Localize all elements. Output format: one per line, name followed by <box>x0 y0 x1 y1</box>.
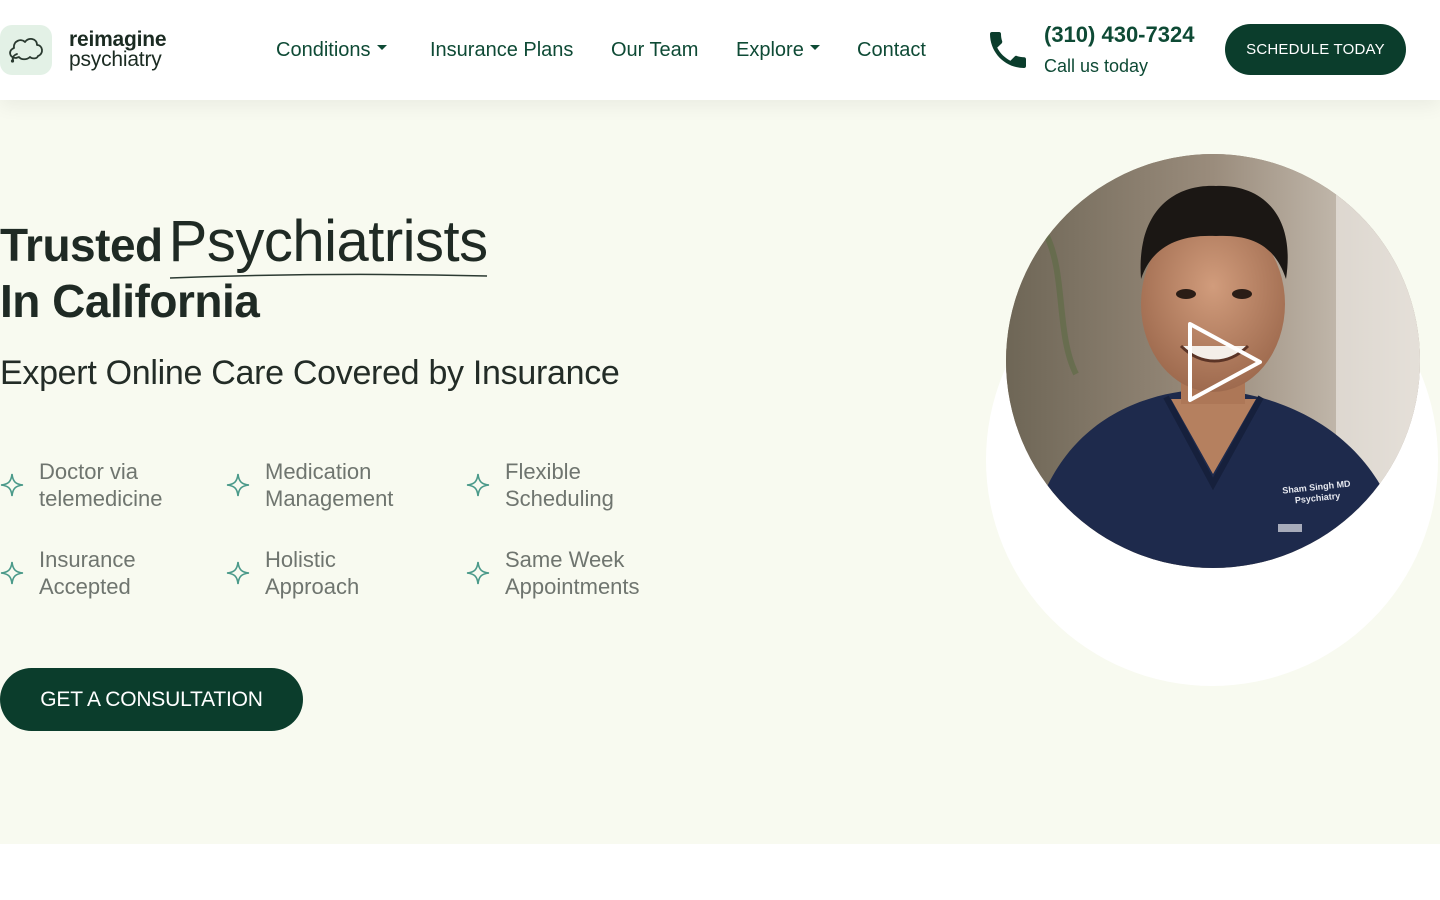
feature-text: Insurance Accepted <box>39 547 136 599</box>
feature-text: Flexible Scheduling <box>505 459 614 511</box>
sparkle-icon <box>466 561 490 585</box>
nav-item-insurance-plans[interactable]: Insurance Plans <box>430 34 573 66</box>
phone-number-link[interactable]: (310) 430-7324 <box>1044 22 1194 48</box>
feature-item: Doctor via telemedicine <box>0 458 163 512</box>
hero-title-word-psychiatrists-text: Psychiatrists <box>168 209 489 274</box>
play-icon[interactable] <box>1186 318 1266 406</box>
nav-item-contact[interactable]: Contact <box>857 34 926 66</box>
feature-item: Holistic Approach <box>226 546 359 600</box>
site-header: reimagine psychiatry Conditions Insuranc… <box>0 0 1440 100</box>
caret-down-icon <box>376 45 387 51</box>
nav-item-label: Conditions <box>276 39 371 61</box>
sparkle-icon <box>0 473 24 497</box>
sparkle-icon <box>226 473 250 497</box>
sparkle-icon <box>466 473 490 497</box>
get-consultation-button[interactable]: GET A CONSULTATION <box>0 668 303 731</box>
hero-title-word-psychiatrists: Psychiatrists <box>168 208 489 279</box>
hero-title-line-1: Trusted Psychiatrists <box>0 208 489 279</box>
nav-item-label: Insurance Plans <box>430 39 574 61</box>
feature-text: Holistic Approach <box>265 547 360 599</box>
sparkle-icon <box>0 561 24 585</box>
feature-text: Medication Management <box>265 459 394 511</box>
hero-title-line-2: In California <box>0 275 260 327</box>
phone-icon[interactable] <box>984 26 1032 74</box>
brain-cloud-icon <box>0 25 52 75</box>
feature-text: Doctor via telemedicine <box>39 459 163 511</box>
feature-text: Same Week Appointments <box>505 547 640 599</box>
phone-caption: Call us today <box>1044 56 1149 76</box>
logo-wordmark: reimagine psychiatry <box>69 28 167 71</box>
schedule-today-button[interactable]: SCHEDULE TODAY <box>1225 24 1406 75</box>
nav-item-our-team[interactable]: Our Team <box>611 34 698 66</box>
nav-item-label: Explore <box>736 39 804 61</box>
feature-item: Same Week Appointments <box>466 546 640 600</box>
logo-link[interactable]: reimagine psychiatry <box>0 25 167 75</box>
hero-title-word-trusted: Trusted <box>0 219 163 271</box>
sparkle-icon <box>226 561 250 585</box>
caret-down-icon <box>809 45 820 51</box>
logo-line-2: psychiatry <box>69 48 162 71</box>
feature-item: Flexible Scheduling <box>466 458 614 512</box>
feature-item: Insurance Accepted <box>0 546 136 600</box>
logo-line-1: reimagine <box>69 28 167 51</box>
nav-item-explore[interactable]: Explore <box>736 34 820 66</box>
hero-subheading: Expert Online Care Covered by Insurance <box>0 354 620 392</box>
nav-item-label: Contact <box>857 39 926 61</box>
feature-item: Medication Management <box>226 458 393 512</box>
nav-item-label: Our Team <box>611 39 699 61</box>
nav-item-conditions[interactable]: Conditions <box>276 34 387 66</box>
